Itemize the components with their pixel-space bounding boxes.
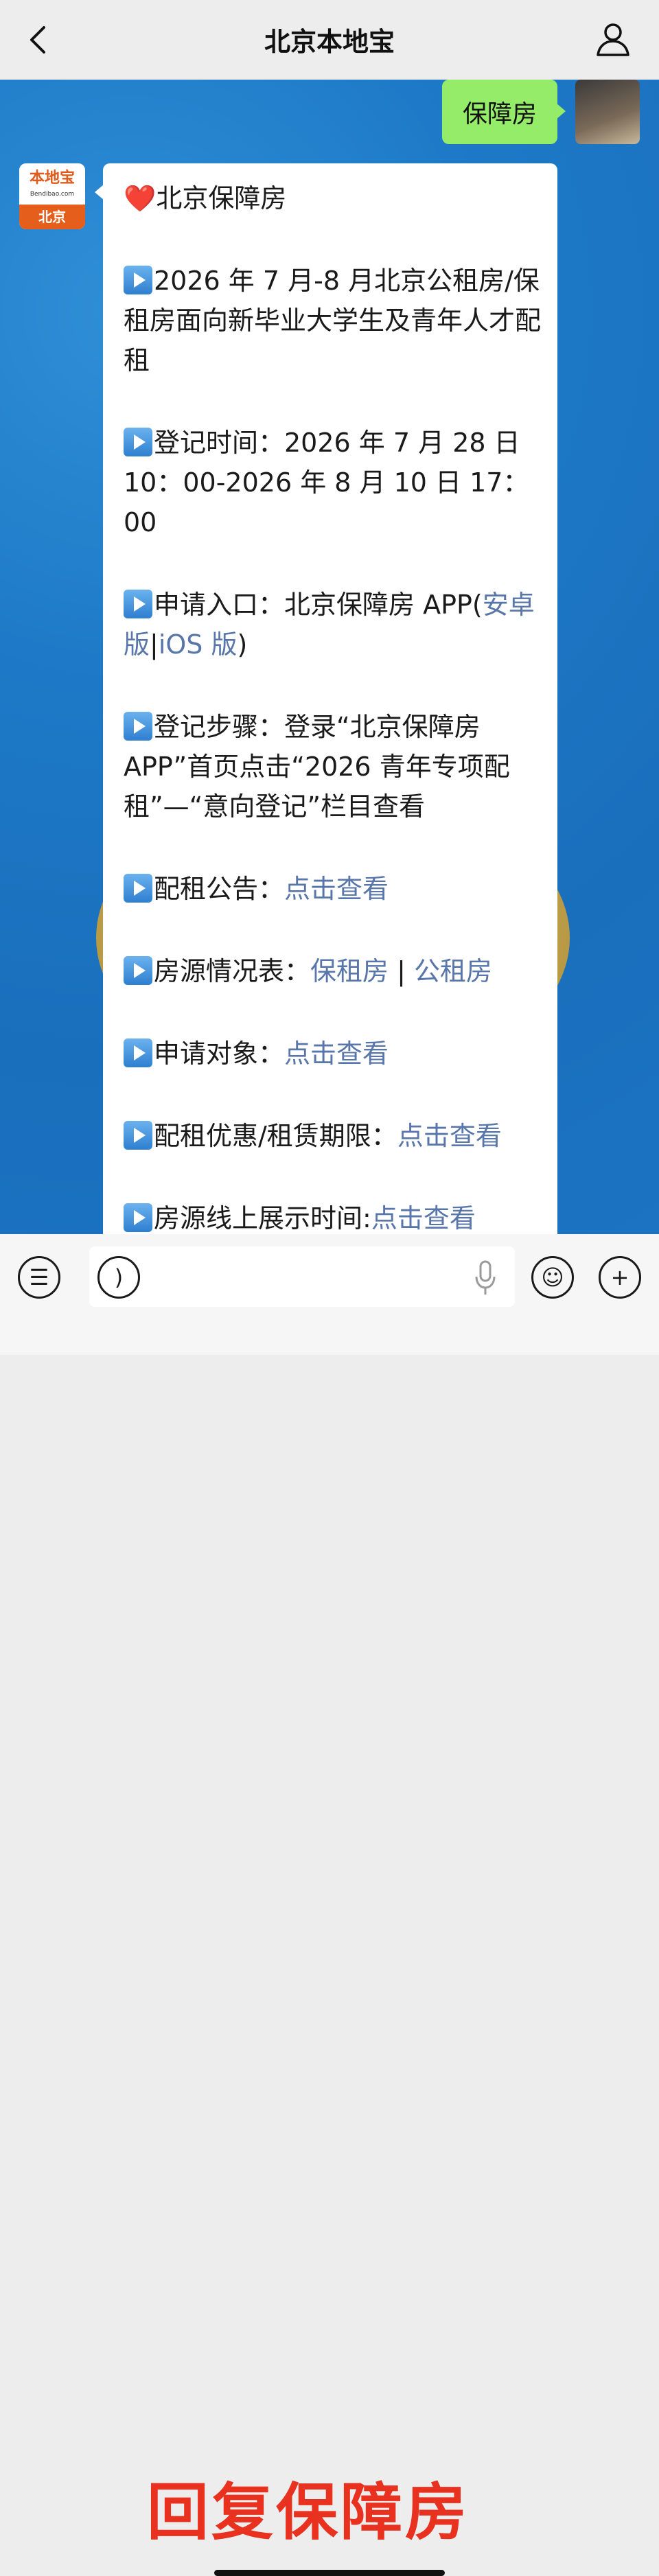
- message-item: 房源情况表：保租房 | 公租房: [124, 951, 541, 991]
- home-indicator[interactable]: [214, 2570, 445, 2576]
- message-title: 北京保障房: [156, 183, 287, 213]
- user-avatar[interactable]: [575, 80, 640, 144]
- avatar-logo-text: 本地宝: [19, 163, 85, 205]
- message-input[interactable]: [89, 1246, 515, 1307]
- chat-title: 北京本地宝: [264, 27, 395, 57]
- message-title-line: ❤️北京保障房: [124, 178, 541, 218]
- profile-icon[interactable]: [594, 21, 632, 58]
- public-rental-link[interactable]: 公租房: [414, 956, 492, 986]
- applicants-link[interactable]: 点击查看: [284, 1038, 389, 1069]
- account-avatar[interactable]: 本地宝 Bendibao.com 北京: [19, 163, 85, 229]
- announcement-link[interactable]: 点击查看: [284, 874, 389, 904]
- input-bar: ☰ ) ☺ + 回复保障房: [0, 1234, 659, 2576]
- reply-keyword-overlay: 回复保障房: [147, 2476, 470, 2549]
- play-icon: [124, 1203, 152, 1232]
- play-icon: [124, 1038, 152, 1067]
- voice-icon[interactable]: ): [97, 1256, 140, 1299]
- outgoing-message[interactable]: 保障房: [441, 80, 566, 144]
- menu-icon[interactable]: ☰: [18, 1256, 60, 1299]
- message-item: 申请入口：北京保障房 APP(安卓版|iOS 版): [124, 590, 535, 660]
- message-item: 房源线上展示时间:点击查看: [124, 1198, 541, 1234]
- heart-icon: ❤️: [124, 183, 157, 213]
- play-icon: [124, 266, 152, 294]
- avatar-city-label: 北京: [19, 205, 85, 229]
- message-item: 配租优惠/租赁期限：点击查看: [124, 1116, 541, 1156]
- incoming-message[interactable]: ❤️北京保障房 2026 年 7 月-8 月北京公租房/保租房面向新毕业大学生及…: [95, 163, 557, 1234]
- play-icon: [124, 956, 152, 985]
- play-icon: [124, 590, 152, 618]
- play-icon: [124, 428, 152, 456]
- chat-area[interactable]: 保障房 本地宝 Bendibao.com 北京 ❤️北京保障房 2026 年 7…: [0, 80, 659, 1234]
- add-icon[interactable]: +: [599, 1256, 641, 1299]
- play-icon: [124, 1121, 152, 1150]
- avatar-logo-subtext: Bendibao.com: [30, 191, 75, 198]
- message-item: 申请对象：点击查看: [124, 1034, 541, 1074]
- emoji-icon[interactable]: ☺: [531, 1256, 574, 1299]
- message-item: 登记时间：2026 年 7 月 28 日 10：00-2026 年 8 月 10…: [124, 428, 529, 537]
- top-bar: 北京本地宝: [0, 0, 659, 80]
- ios-link[interactable]: iOS 版: [159, 629, 238, 660]
- message-item: 登记步骤：登录“北京保障房 APP”首页点击“2026 青年专项配租”—“意向登…: [124, 712, 510, 822]
- affordable-rental-link[interactable]: 保租房: [310, 956, 389, 986]
- play-icon: [124, 874, 152, 903]
- microphone-icon[interactable]: [474, 1260, 497, 1296]
- message-item: 配租公告：点击查看: [124, 869, 541, 909]
- display-time-link[interactable]: 点击查看: [371, 1203, 476, 1233]
- play-icon: [124, 712, 152, 741]
- message-item: 2026 年 7 月-8 月北京公租房/保租房面向新毕业大学生及青年人才配租: [124, 266, 542, 375]
- discount-link[interactable]: 点击查看: [397, 1121, 502, 1151]
